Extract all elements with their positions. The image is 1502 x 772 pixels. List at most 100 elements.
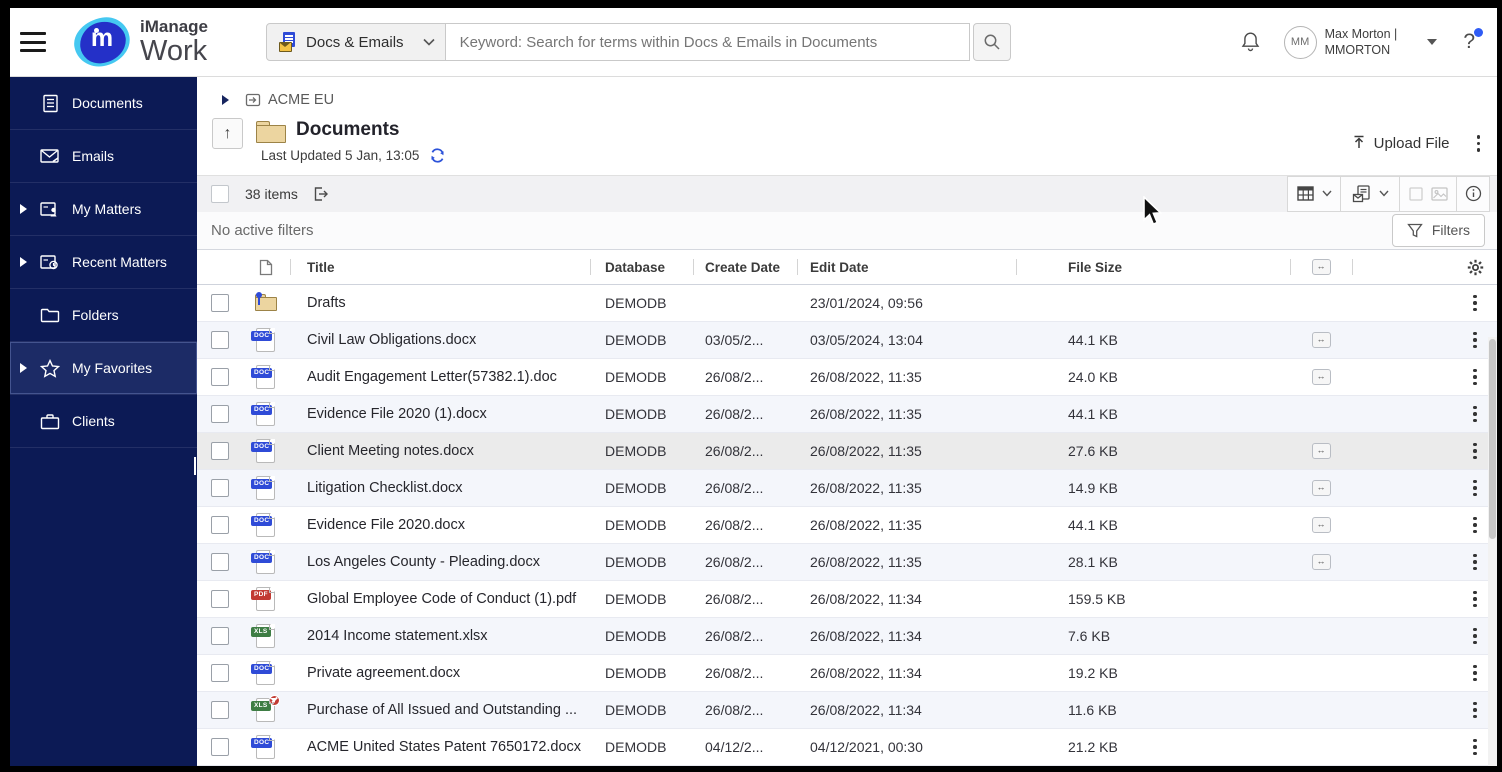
page-header: ↑ Documents Last Updated 5 Jan, 13:05 Up… bbox=[197, 114, 1497, 174]
user-menu-caret-icon[interactable] bbox=[1427, 39, 1438, 45]
table-row[interactable]: DOC Los Angeles County - Pleading.docx DEM… bbox=[197, 543, 1497, 581]
document-title[interactable]: Civil Law Obligations.docx bbox=[290, 332, 590, 348]
row-checkbox[interactable] bbox=[211, 367, 229, 386]
upload-file-button[interactable]: Upload File bbox=[1351, 135, 1450, 153]
document-title[interactable]: Evidence File 2020.docx bbox=[290, 517, 590, 533]
column-header-create-date[interactable]: Create Date bbox=[693, 250, 797, 284]
row-menu-button[interactable] bbox=[1470, 625, 1480, 648]
breadcrumb-expand-icon[interactable] bbox=[222, 94, 229, 105]
header-more-menu-button[interactable] bbox=[1474, 132, 1484, 155]
row-checkbox[interactable] bbox=[211, 589, 229, 608]
notifications-button[interactable] bbox=[1239, 30, 1262, 54]
row-menu-button[interactable] bbox=[1470, 440, 1480, 463]
document-title[interactable]: Global Employee Code of Conduct (1).pdf bbox=[290, 591, 590, 607]
document-title[interactable]: ACME United States Patent 7650172.docx bbox=[290, 739, 590, 755]
document-title[interactable]: Drafts bbox=[290, 295, 590, 311]
row-checkbox[interactable] bbox=[211, 737, 229, 756]
docs-emails-view-button[interactable] bbox=[1341, 176, 1400, 211]
document-create-date: 26/08/2... bbox=[705, 405, 764, 422]
table-row[interactable]: Drafts DEMODB 23/01/2024, 09:56 bbox=[197, 285, 1497, 322]
row-checkbox[interactable] bbox=[211, 441, 229, 460]
app-window: m iManage Work Docs & Emails MM bbox=[10, 8, 1497, 766]
sidebar-item-my-favorites[interactable]: My Favorites bbox=[10, 342, 197, 395]
checkbox-view-icon[interactable] bbox=[1408, 186, 1423, 201]
avatar[interactable]: MM bbox=[1283, 25, 1317, 59]
table-row[interactable]: DOC Client Meeting notes.docx DEMODB 26/08/… bbox=[197, 432, 1497, 470]
document-title[interactable]: Client Meeting notes.docx bbox=[290, 443, 590, 459]
document-title[interactable]: Private agreement.docx bbox=[290, 665, 590, 681]
table-row[interactable]: XLS 2014 Income statement.xlsx DEMODB 26/08… bbox=[197, 617, 1497, 655]
row-menu-button[interactable] bbox=[1470, 588, 1480, 611]
row-menu-button[interactable] bbox=[1470, 699, 1480, 722]
table-row[interactable]: DOC Civil Law Obligations.docx DEMODB 03/05… bbox=[197, 321, 1497, 359]
column-header-edit-date[interactable]: Edit Date bbox=[797, 250, 1016, 284]
row-checkbox[interactable] bbox=[211, 478, 229, 497]
expand-arrow-icon[interactable] bbox=[20, 204, 27, 214]
document-title[interactable]: 2014 Income statement.xlsx bbox=[290, 628, 590, 644]
go-up-button[interactable]: ↑ bbox=[212, 118, 243, 150]
table-row[interactable]: DOC Private agreement.docx DEMODB 26/08/2..… bbox=[197, 655, 1497, 692]
table-row[interactable]: DOC Audit Engagement Letter(57382.1).doc D… bbox=[197, 359, 1497, 396]
sidebar-item-my-matters[interactable]: My Matters bbox=[10, 183, 197, 236]
table-row[interactable]: DOC Evidence File 2020.docx DEMODB 26/08/2.… bbox=[197, 507, 1497, 544]
table-scrollbar[interactable] bbox=[1488, 337, 1497, 766]
document-title[interactable]: Audit Engagement Letter(57382.1).doc bbox=[290, 369, 590, 385]
search-input[interactable] bbox=[445, 23, 971, 61]
table-row[interactable]: DOC ACME United States Patent 7650172.doc… bbox=[197, 729, 1497, 766]
table-scrollbar-thumb[interactable] bbox=[1489, 339, 1496, 539]
sidebar-scrollbar[interactable] bbox=[194, 457, 196, 475]
row-checkbox[interactable] bbox=[211, 404, 229, 423]
image-preview-icon[interactable] bbox=[1430, 186, 1448, 201]
sidebar-item-clients[interactable]: Clients bbox=[10, 395, 197, 448]
table-row[interactable]: DOC Evidence File 2020 (1).docx DEMODB 26/0… bbox=[197, 395, 1497, 433]
row-menu-button[interactable] bbox=[1470, 477, 1480, 500]
row-checkbox[interactable] bbox=[211, 663, 229, 682]
row-checkbox[interactable] bbox=[211, 626, 229, 645]
row-menu-button[interactable] bbox=[1470, 403, 1480, 426]
sidebar-item-documents[interactable]: Documents bbox=[10, 77, 197, 130]
column-header-title[interactable]: Title bbox=[290, 250, 590, 284]
expand-arrow-icon[interactable] bbox=[20, 257, 27, 267]
search-button[interactable] bbox=[973, 23, 1012, 61]
row-checkbox[interactable] bbox=[211, 330, 229, 349]
user-menu[interactable]: Max Morton | MMORTON bbox=[1325, 26, 1398, 59]
search-scope-dropdown[interactable]: Docs & Emails bbox=[266, 23, 446, 61]
row-checkbox[interactable] bbox=[211, 515, 229, 534]
document-title[interactable]: Los Angeles County - Pleading.docx bbox=[290, 554, 590, 570]
export-button[interactable] bbox=[312, 186, 330, 202]
row-menu-button[interactable] bbox=[1470, 514, 1480, 537]
hamburger-menu-icon[interactable] bbox=[20, 32, 46, 52]
row-menu-button[interactable] bbox=[1470, 329, 1480, 352]
document-title[interactable]: Litigation Checklist.docx bbox=[290, 480, 590, 496]
sidebar-item-recent-matters[interactable]: Recent Matters bbox=[10, 236, 197, 289]
expand-arrow-icon[interactable] bbox=[20, 363, 27, 373]
table-view-button[interactable] bbox=[1288, 176, 1341, 211]
row-menu-button[interactable] bbox=[1470, 292, 1480, 315]
row-menu-button[interactable] bbox=[1470, 736, 1480, 759]
info-button[interactable] bbox=[1457, 177, 1489, 211]
column-header-link[interactable]: ↔ bbox=[1290, 250, 1352, 284]
row-menu-button[interactable] bbox=[1470, 662, 1480, 685]
document-title[interactable]: Purchase of All Issued and Outstanding .… bbox=[290, 702, 590, 718]
file-type-column-icon bbox=[241, 250, 290, 284]
row-checkbox[interactable] bbox=[211, 293, 229, 312]
row-checkbox[interactable] bbox=[211, 552, 229, 571]
column-header-database[interactable]: Database bbox=[590, 250, 693, 284]
column-settings-button[interactable] bbox=[1453, 250, 1497, 284]
column-header-file-size[interactable]: File Size bbox=[1016, 250, 1290, 284]
row-checkbox[interactable] bbox=[211, 700, 229, 719]
table-row[interactable]: XLS Purchase of All Issued and Outstandin… bbox=[197, 691, 1497, 729]
filters-button[interactable]: Filters bbox=[1391, 213, 1485, 247]
table-row[interactable]: DOC Litigation Checklist.docx DEMODB 26/08/… bbox=[197, 469, 1497, 507]
table-row[interactable]: PDF Global Employee Code of Conduct (1).p… bbox=[197, 581, 1497, 618]
breadcrumb-workspace[interactable]: ACME EU bbox=[268, 92, 334, 108]
document-title[interactable]: Evidence File 2020 (1).docx bbox=[290, 406, 590, 422]
row-menu-button[interactable] bbox=[1470, 366, 1480, 389]
sidebar-item-folders[interactable]: Folders bbox=[10, 289, 197, 342]
row-menu-button[interactable] bbox=[1470, 551, 1480, 574]
refresh-button[interactable] bbox=[429, 147, 446, 164]
help-button[interactable]: ? bbox=[1463, 28, 1483, 54]
sidebar-item-label: My Favorites bbox=[72, 360, 153, 376]
select-all-checkbox[interactable] bbox=[211, 184, 229, 203]
sidebar-item-emails[interactable]: Emails bbox=[10, 130, 197, 183]
